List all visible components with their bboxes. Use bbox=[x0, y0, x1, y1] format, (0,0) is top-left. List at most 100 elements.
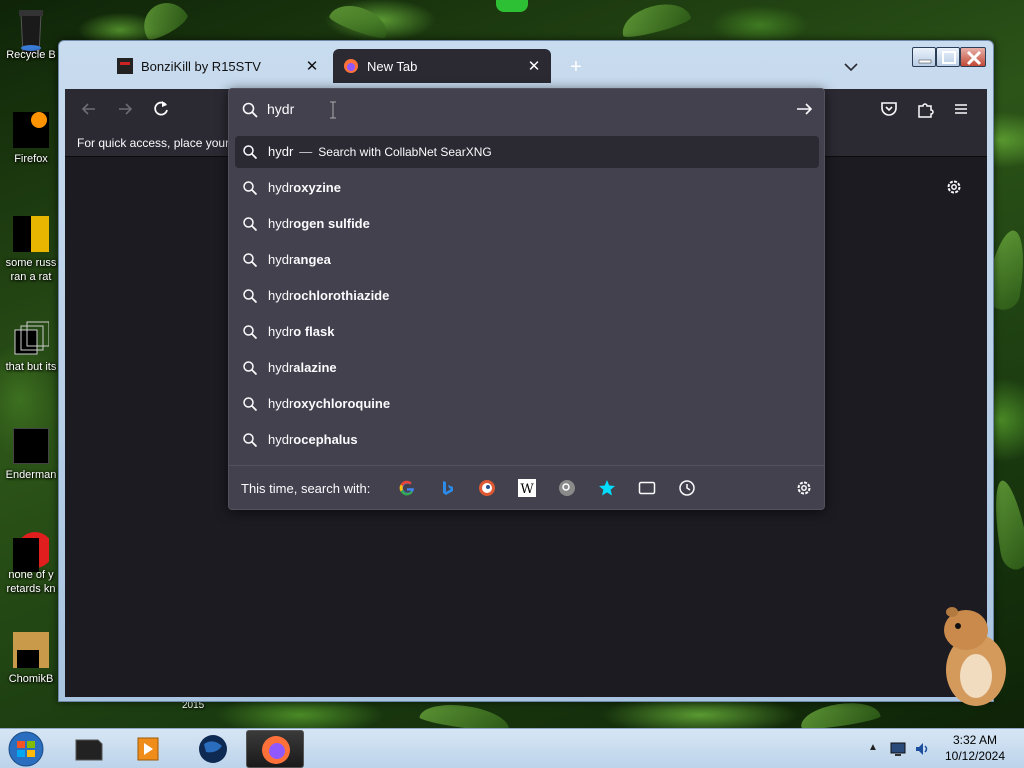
suggestion-completion: oxyzine bbox=[293, 180, 341, 195]
urlbar-dropdown: hydr hydr — Search with CollabNet SearXNG … bbox=[228, 88, 825, 510]
search-icon bbox=[242, 252, 258, 268]
suggestion-item[interactable]: hydrogen sulfide bbox=[235, 208, 819, 240]
bing-icon[interactable] bbox=[438, 479, 456, 497]
search-action-label: Search with CollabNet SearXNG bbox=[318, 145, 492, 159]
searxng-icon[interactable] bbox=[558, 479, 576, 497]
bookmarks-star-icon[interactable] bbox=[598, 479, 616, 497]
minimize-button[interactable] bbox=[912, 47, 936, 67]
suggestion-completion: ogen sulfide bbox=[293, 216, 370, 231]
close-window-button[interactable] bbox=[960, 47, 986, 67]
forward-arrow-icon[interactable] bbox=[113, 97, 137, 121]
desktop-icon-opera[interactable]: none of y retards kn bbox=[0, 528, 62, 596]
suggestion-item[interactable]: hydro flask bbox=[235, 316, 819, 348]
google-icon[interactable] bbox=[398, 479, 416, 497]
search-icon bbox=[241, 101, 259, 119]
go-arrow-icon[interactable] bbox=[795, 100, 813, 118]
suggestion-prefix: hydr bbox=[268, 432, 294, 447]
back-arrow-icon[interactable] bbox=[77, 97, 101, 121]
suggestion-item[interactable]: hydrochlorothiazide bbox=[235, 280, 819, 312]
close-tab-icon[interactable]: ✕ bbox=[523, 57, 545, 75]
extensions-icon[interactable] bbox=[913, 97, 937, 121]
suggestion-text: hydro flask bbox=[268, 324, 334, 339]
desktop-icon-label: some russ bbox=[5, 257, 57, 269]
hamster-sticker bbox=[932, 600, 1012, 710]
menu-hamburger-icon[interactable] bbox=[949, 97, 973, 121]
maximize-button[interactable] bbox=[936, 47, 960, 67]
search-icon bbox=[242, 396, 258, 412]
taskbar-app-globe[interactable] bbox=[184, 730, 242, 768]
search-icon bbox=[242, 144, 258, 160]
taskbar-app-explorer[interactable] bbox=[60, 730, 118, 768]
duckduckgo-icon[interactable] bbox=[478, 479, 496, 497]
suggestion-item[interactable]: hydrocephalus bbox=[235, 424, 819, 456]
search-action-query: hydr bbox=[268, 144, 294, 159]
start-button[interactable] bbox=[6, 730, 46, 768]
suggestion-prefix: hydr bbox=[268, 252, 294, 267]
search-action-row[interactable]: hydr — Search with CollabNet SearXNG bbox=[235, 136, 819, 168]
suggestion-text: hydrocephalus bbox=[268, 432, 358, 447]
desktop-icon-chomik[interactable]: ChomikB bbox=[0, 632, 62, 686]
svg-text:W: W bbox=[520, 482, 534, 497]
suggestion-item[interactable]: hydrangea bbox=[235, 244, 819, 276]
desktop-icon-label-line2: retards kn bbox=[6, 583, 56, 595]
suggestion-item[interactable]: hydroxychloroquine bbox=[235, 388, 819, 420]
suggestion-completion: alazine bbox=[293, 360, 337, 375]
search-action-separator: — bbox=[299, 144, 313, 159]
close-tab-icon[interactable]: ✕ bbox=[301, 57, 323, 75]
bookmarks-prompt-text: For quick access, place your b bbox=[77, 136, 240, 150]
suggestion-prefix: hydr bbox=[268, 288, 294, 303]
desktop-icon-enderman[interactable]: Enderman bbox=[0, 428, 62, 482]
taskbar-clock[interactable]: 3:32 AM 10/12/2024 bbox=[944, 732, 1006, 764]
desktop-icon-firefox[interactable]: Firefox bbox=[0, 112, 62, 166]
clock-date: 10/12/2024 bbox=[944, 749, 1006, 763]
tab-title: New Tab bbox=[367, 58, 418, 74]
desktop-icon-label: Firefox bbox=[14, 153, 48, 165]
desktop-icon-recycle-bin[interactable]: Recycle B bbox=[0, 8, 62, 62]
bonzikill-favicon-icon bbox=[117, 58, 133, 74]
tabs-icon[interactable] bbox=[638, 479, 656, 497]
suggestion-text: hydrochlorothiazide bbox=[268, 288, 389, 303]
desktop-icon-photo[interactable]: some russ ran a rat bbox=[0, 216, 62, 284]
pocket-icon[interactable] bbox=[877, 97, 901, 121]
suggestion-item[interactable]: hydralazine bbox=[235, 352, 819, 384]
desktop-icon-label: that but its bbox=[5, 361, 57, 373]
chevron-down-icon[interactable] bbox=[841, 57, 861, 77]
text-cursor-icon bbox=[329, 101, 336, 119]
new-tab-button[interactable]: + bbox=[564, 55, 588, 79]
search-icon bbox=[242, 180, 258, 196]
suggestion-text: hydroxyzine bbox=[268, 180, 341, 195]
suggestion-prefix: hydr bbox=[268, 396, 294, 411]
suggestion-text: hydroxychloroquine bbox=[268, 396, 390, 411]
search-action-text: hydr — Search with CollabNet SearXNG bbox=[268, 144, 492, 159]
search-settings-gear-icon[interactable] bbox=[795, 479, 813, 497]
gear-icon[interactable] bbox=[945, 178, 963, 196]
search-icon bbox=[242, 288, 258, 304]
suggestion-completion: ocephalus bbox=[293, 432, 358, 447]
search-icon bbox=[242, 360, 258, 376]
firefox-favicon-icon bbox=[343, 58, 359, 74]
photo-icon bbox=[13, 216, 49, 252]
reload-icon[interactable] bbox=[149, 97, 173, 121]
network-icon[interactable] bbox=[890, 741, 906, 757]
url-input[interactable]: hydr bbox=[229, 89, 824, 131]
volume-icon[interactable] bbox=[914, 741, 930, 757]
suggestion-item[interactable]: hydroxyzine bbox=[235, 172, 819, 204]
suggestion-completion: o flask bbox=[293, 324, 335, 339]
one-off-label: This time, search with: bbox=[241, 481, 371, 496]
suggestion-prefix: hydr bbox=[268, 216, 294, 231]
suggestion-prefix: hydr bbox=[268, 360, 294, 375]
tab-new-tab[interactable]: New Tab ✕ bbox=[333, 49, 551, 83]
suggestion-text: hydrangea bbox=[268, 252, 331, 267]
taskbar: ▲ 3:32 AM 10/12/2024 bbox=[0, 728, 1024, 768]
suggestion-text: hydrogen sulfide bbox=[268, 216, 370, 231]
window-app-icon bbox=[13, 428, 49, 464]
suggestion-completion: ochlorothiazide bbox=[293, 288, 390, 303]
taskbar-app-media-player[interactable] bbox=[120, 730, 178, 768]
hamster-icon bbox=[13, 632, 49, 668]
wikipedia-icon[interactable]: W bbox=[518, 479, 536, 497]
desktop-icon-folder-stack[interactable]: that but its bbox=[0, 320, 62, 374]
history-icon[interactable] bbox=[678, 479, 696, 497]
tab-bonzikill[interactable]: BonziKill by R15STV ✕ bbox=[107, 49, 329, 83]
tray-expand-icon[interactable]: ▲ bbox=[868, 742, 878, 753]
taskbar-app-firefox[interactable] bbox=[246, 730, 304, 768]
